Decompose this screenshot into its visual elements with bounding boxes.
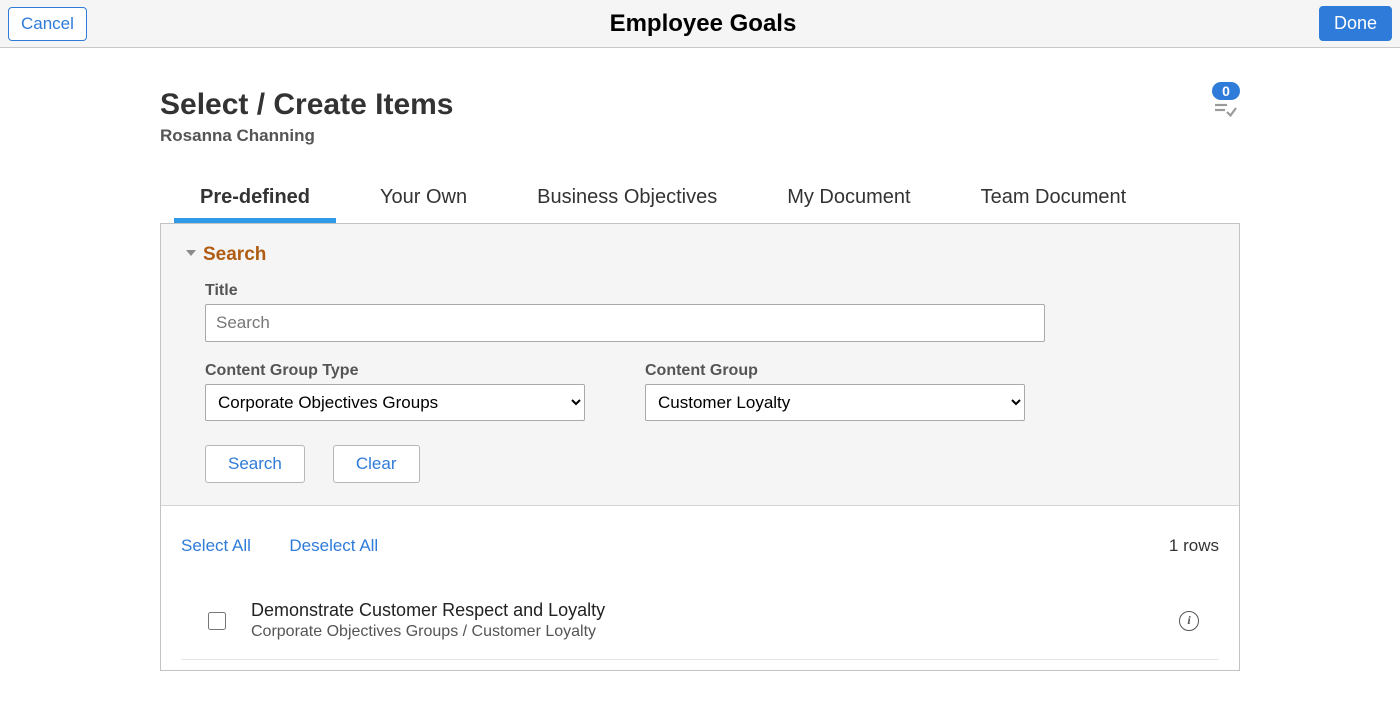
employee-name: Rosanna Channing <box>160 126 453 146</box>
cart-widget[interactable]: 0 <box>1212 78 1240 118</box>
done-button[interactable]: Done <box>1319 6 1392 41</box>
title-search-input[interactable] <box>205 304 1045 342</box>
tabs: Pre-defined Your Own Business Objectives… <box>160 176 1240 223</box>
page-title: Select / Create Items <box>160 88 453 122</box>
search-section: Search Title Content Group Type Corporat… <box>161 224 1239 506</box>
content-group-type-label: Content Group Type <box>205 362 585 380</box>
content-group-label: Content Group <box>645 362 1025 380</box>
search-form: Title Content Group Type Corporate Objec… <box>205 282 1215 483</box>
content-panel: Search Title Content Group Type Corporat… <box>160 223 1240 671</box>
deselect-all-link[interactable]: Deselect All <box>289 536 378 555</box>
cancel-button[interactable]: Cancel <box>8 7 87 41</box>
results-section: Select All Deselect All 1 rows Demonstra… <box>161 506 1239 670</box>
info-icon[interactable]: i <box>1179 611 1199 631</box>
title-label: Title <box>205 282 1215 300</box>
page-header-title: Employee Goals <box>87 10 1319 38</box>
search-button[interactable]: Search <box>205 445 305 483</box>
header-bar: Cancel Employee Goals Done <box>0 0 1400 48</box>
tab-pre-defined[interactable]: Pre-defined <box>174 176 336 223</box>
tab-your-own[interactable]: Your Own <box>354 176 493 223</box>
rows-count: 1 rows <box>1169 536 1219 556</box>
tab-business-objectives[interactable]: Business Objectives <box>511 176 743 223</box>
tab-team-document[interactable]: Team Document <box>955 176 1153 223</box>
clear-button[interactable]: Clear <box>333 445 420 483</box>
search-collapse-toggle[interactable]: Search <box>185 244 1215 266</box>
content-group-type-select[interactable]: Corporate Objectives Groups <box>205 384 585 421</box>
results-toolbar: Select All Deselect All 1 rows <box>181 536 1219 556</box>
content-group-select[interactable]: Customer Loyalty <box>645 384 1025 421</box>
select-all-link[interactable]: Select All <box>181 536 251 555</box>
row-title: Demonstrate Customer Respect and Loyalty <box>251 600 1159 621</box>
main-content: Select / Create Items Rosanna Channing 0… <box>150 48 1250 711</box>
list-item: Demonstrate Customer Respect and Loyalty… <box>181 582 1219 660</box>
cart-count-badge: 0 <box>1212 82 1240 100</box>
chevron-down-icon <box>185 246 197 264</box>
search-section-label: Search <box>203 244 266 266</box>
row-path: Corporate Objectives Groups / Customer L… <box>251 623 1159 641</box>
tab-my-document[interactable]: My Document <box>761 176 936 223</box>
checklist-icon <box>1214 100 1238 118</box>
page-title-row: Select / Create Items Rosanna Channing 0 <box>160 78 1240 176</box>
row-checkbox[interactable] <box>208 612 226 630</box>
